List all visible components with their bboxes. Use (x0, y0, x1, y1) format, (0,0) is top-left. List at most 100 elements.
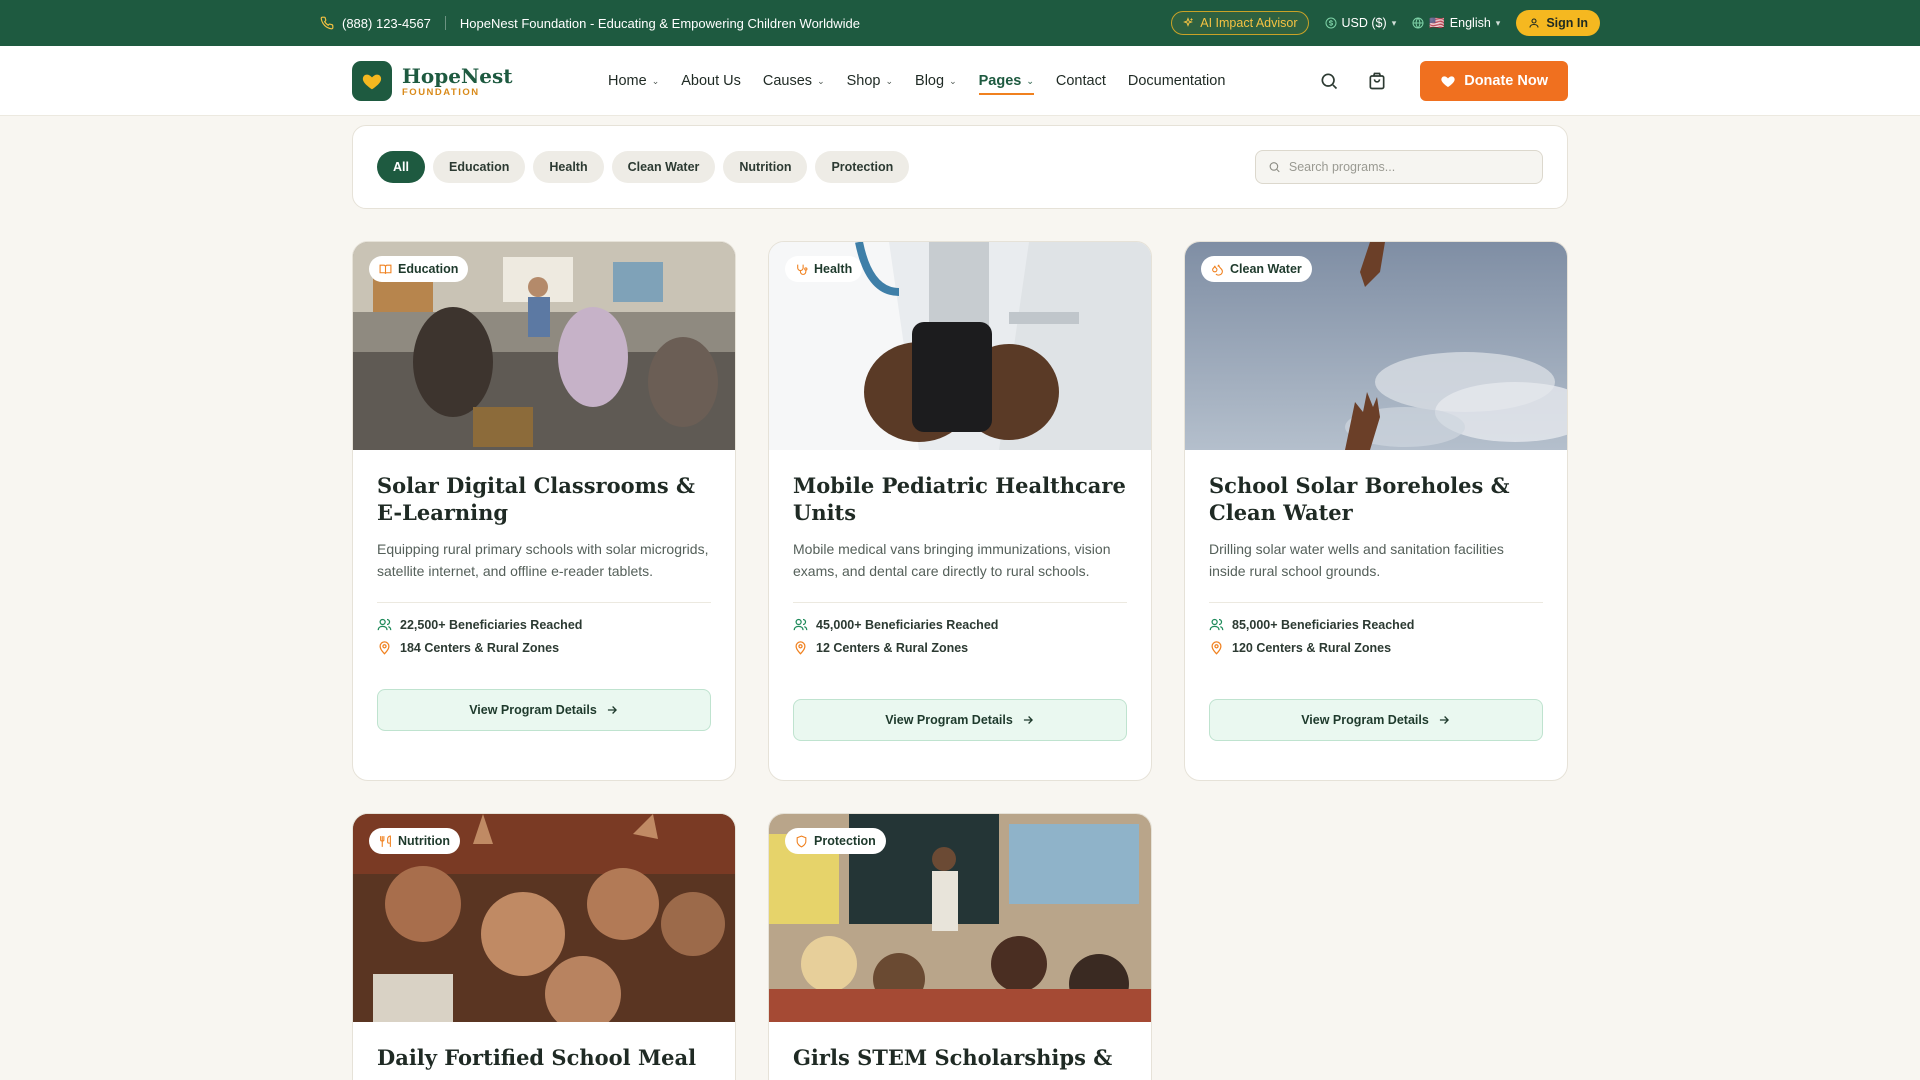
currency-icon (1325, 17, 1337, 29)
divider (793, 602, 1127, 603)
centers-text: 184 Centers & Rural Zones (400, 640, 560, 655)
ai-impact-advisor-button[interactable]: AI Impact Advisor (1171, 11, 1309, 35)
centers-text: 12 Centers & Rural Zones (816, 640, 969, 655)
program-title[interactable]: School Solar Boreholes & Clean Water (1209, 472, 1543, 526)
program-card: Clean Water School Solar Boreholes & Cle… (1184, 241, 1568, 781)
filter-chip-health[interactable]: Health (533, 151, 604, 183)
view-program-details-button[interactable]: View Program Details (793, 699, 1127, 741)
nav-label: Documentation (1127, 73, 1226, 89)
donate-now-button[interactable]: Donate Now (1420, 61, 1568, 101)
program-card: Health Mobile Pediatric Healthcare Units… (768, 241, 1152, 781)
chevron-down-icon: ⌄ (817, 75, 825, 86)
donate-label: Donate Now (1464, 73, 1548, 89)
nav-label: Home (608, 73, 647, 89)
program-image[interactable]: Protection (769, 814, 1151, 1022)
cart-button[interactable] (1364, 68, 1390, 94)
logo[interactable]: HopeNest FOUNDATION (352, 61, 608, 101)
globe-icon (1412, 17, 1424, 29)
tag-label: Education (398, 262, 459, 276)
sign-in-label: Sign In (1546, 16, 1588, 30)
button-label: View Program Details (469, 703, 597, 717)
search-input[interactable] (1288, 160, 1530, 174)
shield-icon (796, 835, 807, 848)
program-title[interactable]: Mobile Pediatric Healthcare Units (793, 472, 1127, 526)
tag-label: Health (814, 262, 853, 276)
sparkles-icon (1183, 17, 1194, 27)
main-navbar: HopeNest FOUNDATION Home ⌄ About Us Cause… (0, 46, 1920, 116)
view-program-details-button[interactable]: View Program Details (377, 689, 711, 731)
centers-stat: 184 Centers & Rural Zones (377, 640, 711, 655)
users-icon (793, 618, 808, 631)
program-title[interactable]: Solar Digital Classrooms & E-Learning (377, 472, 711, 526)
language-select[interactable]: 🇺🇸 English ▾ (1412, 16, 1500, 31)
nav-blog[interactable]: Blog ⌄ (915, 67, 957, 95)
heart-icon (362, 74, 382, 90)
beneficiaries-text: 85,000+ Beneficiaries Reached (1232, 617, 1415, 632)
nav-label: Contact (1055, 73, 1106, 89)
category-tag: Nutrition (369, 828, 461, 854)
divider (1209, 602, 1543, 603)
program-card: Education Solar Digital Classrooms & E-L… (352, 241, 736, 781)
phone-icon (320, 16, 334, 30)
heart-icon (1441, 76, 1455, 87)
filter-chips: All Education Health Clean Water Nutriti… (377, 151, 910, 183)
chevron-down-icon: ▾ (1495, 17, 1501, 28)
divider (377, 602, 711, 603)
nav-home[interactable]: Home ⌄ (608, 67, 659, 95)
program-image[interactable]: Nutrition (353, 814, 735, 1022)
flag-icon: 🇺🇸 (1429, 15, 1445, 30)
program-description: Drilling solar water wells and sanitatio… (1209, 541, 1504, 579)
nav-contact[interactable]: Contact (1056, 67, 1106, 95)
filter-chip-clean-water[interactable]: Clean Water (611, 151, 716, 183)
view-program-details-button[interactable]: View Program Details (1209, 699, 1543, 741)
category-tag: Protection (785, 828, 886, 854)
button-label: View Program Details (885, 713, 1013, 727)
filter-chip-all[interactable]: All (377, 151, 425, 183)
ai-advisor-label: AI Impact Advisor (1200, 16, 1298, 30)
search-icon (1269, 162, 1280, 173)
search-icon (1321, 73, 1338, 90)
nav-pages[interactable]: Pages ⌄ (978, 67, 1035, 95)
program-title[interactable]: Daily Fortified School Meal (377, 1044, 711, 1071)
shopping-bag-icon (1369, 72, 1385, 90)
chevron-down-icon: ⌄ (651, 75, 660, 86)
program-description: Mobile medical vans bringing immunizatio… (793, 541, 1111, 579)
nav-shop[interactable]: Shop ⌄ (847, 67, 893, 95)
book-icon (379, 264, 392, 274)
category-tag: Education (369, 256, 469, 282)
nav-menu: Home ⌄ About Us Causes ⌄ Shop ⌄ Blog ⌄ Pages… (608, 67, 1225, 95)
arrow-right-icon (607, 706, 617, 714)
program-image[interactable]: Health (769, 242, 1151, 450)
filter-chip-nutrition[interactable]: Nutrition (723, 151, 808, 183)
nav-causes[interactable]: Causes ⌄ (763, 67, 825, 95)
droplets-icon (1212, 264, 1223, 276)
program-image[interactable]: Education (353, 242, 735, 450)
nav-label: About Us (681, 73, 741, 89)
currency-label: USD ($) (1341, 16, 1387, 30)
program-title[interactable]: Girls STEM Scholarships & (793, 1044, 1127, 1071)
search-button[interactable] (1316, 68, 1342, 94)
tagline: HopeNest Foundation - Educating & Empowe… (459, 15, 860, 31)
filter-chip-protection[interactable]: Protection (815, 151, 910, 183)
users-icon (1209, 618, 1224, 631)
sign-in-button[interactable]: Sign In (1516, 10, 1600, 36)
category-tag: Health (785, 256, 863, 282)
arrow-right-icon (1023, 716, 1033, 724)
language-label: English (1449, 16, 1491, 30)
currency-select[interactable]: USD ($) ▾ (1325, 16, 1396, 30)
filter-chip-education[interactable]: Education (432, 151, 526, 183)
map-pin-icon (379, 641, 390, 655)
chevron-down-icon: ⌄ (949, 75, 957, 86)
nav-label: Blog (915, 73, 945, 89)
chevron-down-icon: ⌄ (885, 75, 894, 86)
phone-link[interactable]: (888) 123-4567 (320, 16, 431, 31)
tag-label: Clean Water (1230, 262, 1302, 276)
tag-label: Protection (814, 834, 876, 848)
nav-about-us[interactable]: About Us (681, 67, 741, 95)
beneficiaries-stat: 22,500+ Beneficiaries Reached (377, 617, 711, 632)
nav-documentation[interactable]: Documentation (1128, 67, 1226, 95)
brand-name: HopeNest (402, 63, 513, 88)
centers-stat: 120 Centers & Rural Zones (1209, 640, 1543, 655)
program-image[interactable]: Clean Water (1185, 242, 1567, 450)
program-description: Equipping rural primary schools with sol… (377, 541, 709, 579)
